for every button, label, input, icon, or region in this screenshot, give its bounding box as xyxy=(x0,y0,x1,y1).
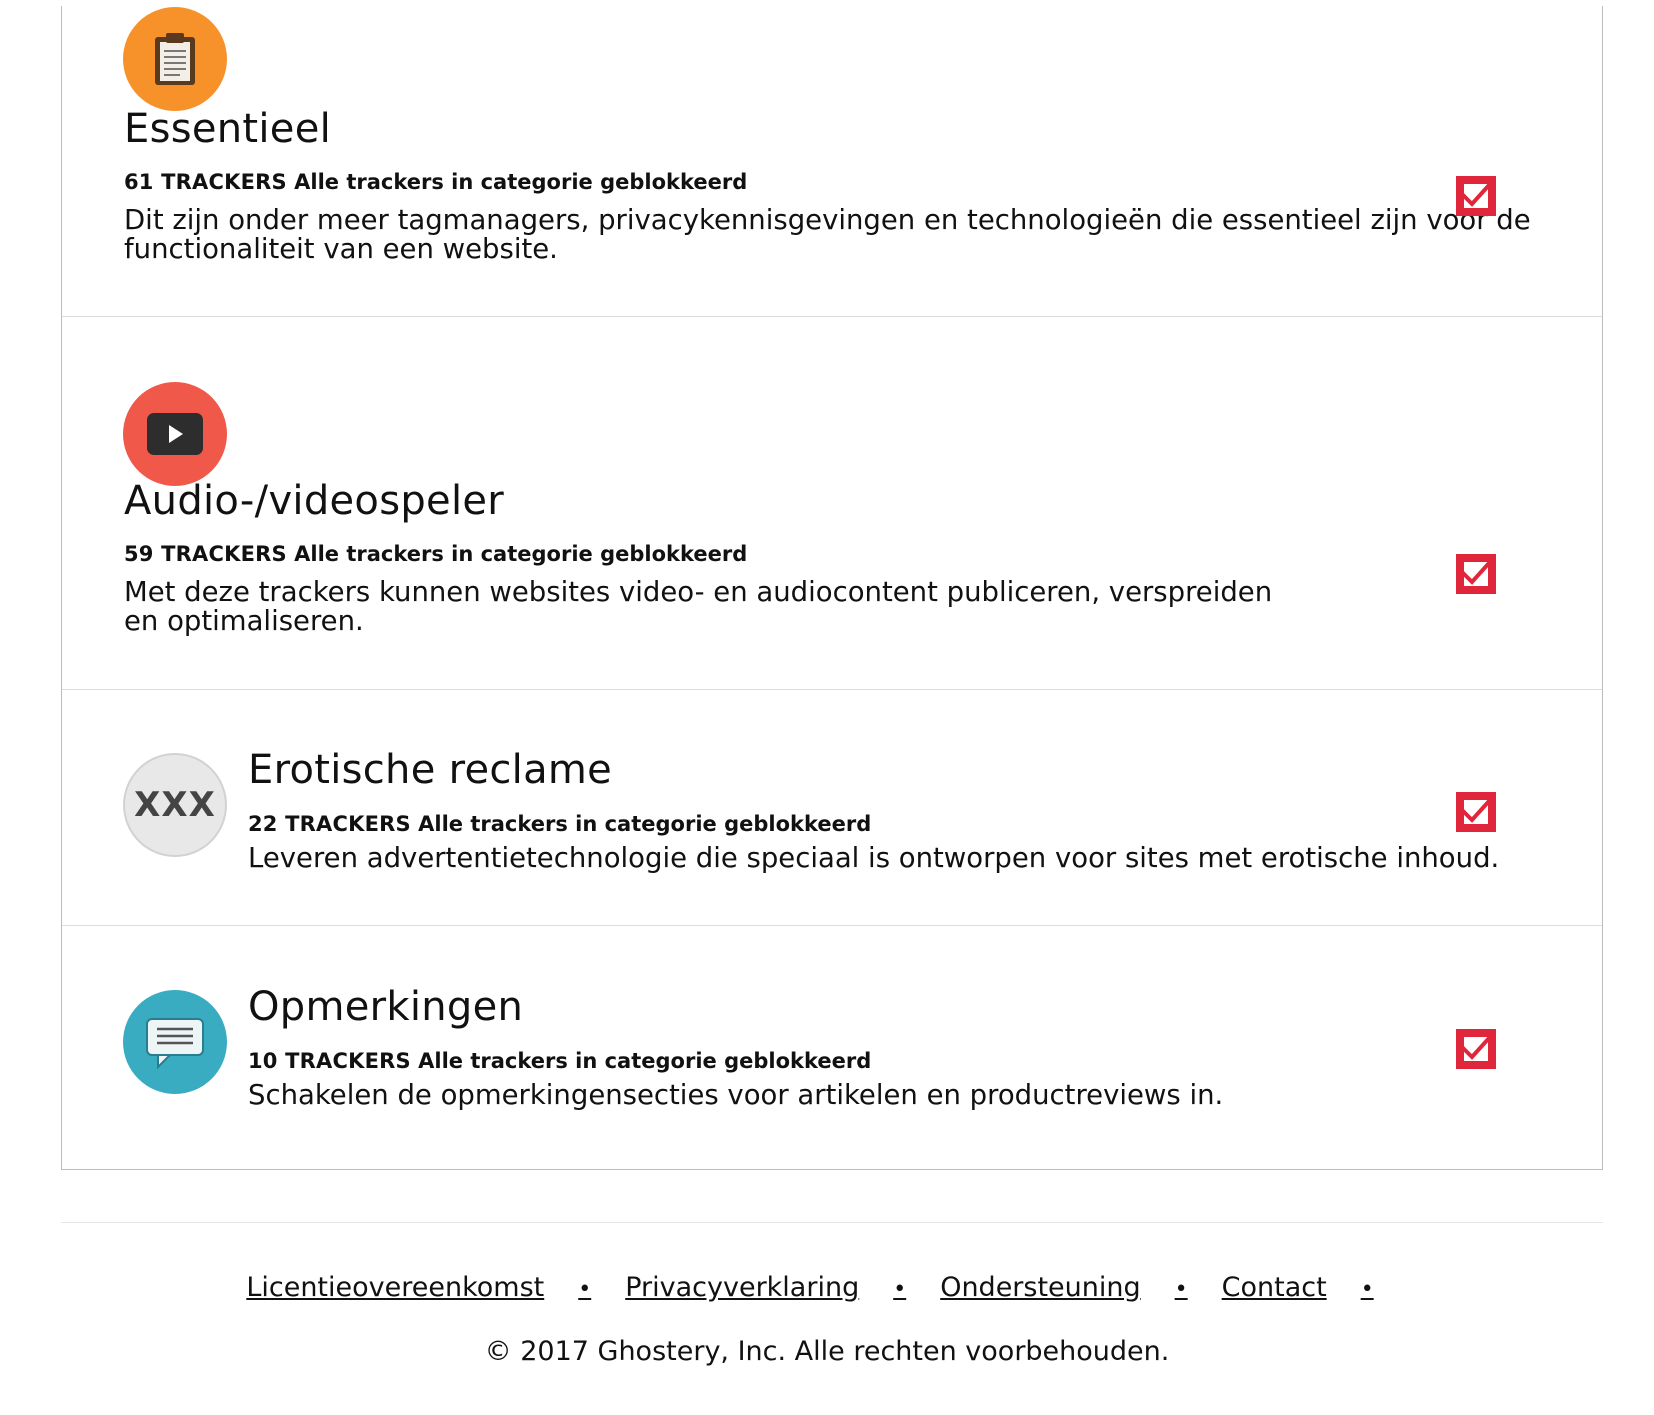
category-description: Schakelen de opmerkingensecties voor art… xyxy=(248,1079,1224,1111)
tracker-count: 10 TRACKERS xyxy=(248,1049,411,1073)
footer-separator: • xyxy=(1174,1277,1188,1302)
category-opmerkingen: Opmerkingen 10 TRACKERS Alle trackers in… xyxy=(62,926,1602,1170)
checkmark-icon xyxy=(1461,181,1493,208)
footer-link-contact[interactable]: Contact xyxy=(1222,1272,1327,1303)
footer-links: Licentieovereenkomst • Privacyverklaring • O… xyxy=(0,1272,1654,1303)
category-title: Essentieel xyxy=(124,106,332,152)
tracker-count: 61 TRACKERS xyxy=(124,170,287,194)
play-icon xyxy=(123,382,227,486)
category-description: Met deze trackers kunnen websites video-… xyxy=(124,576,1273,637)
comment-icon xyxy=(123,990,227,1094)
footer-link-privacy[interactable]: Privacyverklaring xyxy=(625,1272,859,1303)
block-category-checkbox[interactable] xyxy=(1456,1029,1496,1069)
block-status: Alle trackers in categorie geblokkeerd xyxy=(294,542,748,566)
footer-divider xyxy=(61,1222,1603,1223)
xxx-icon: XXX xyxy=(123,753,227,857)
clipboard-icon xyxy=(123,7,227,111)
block-status: Alle trackers in categorie geblokkeerd xyxy=(294,170,748,194)
checkmark-icon xyxy=(1461,797,1493,824)
footer-separator: • xyxy=(578,1277,592,1302)
category-title: Audio-/videospeler xyxy=(124,478,505,524)
tracker-category-list: Essentieel 61 TRACKERS Alle trackers in … xyxy=(61,6,1603,1170)
block-category-checkbox[interactable] xyxy=(1456,554,1496,594)
category-title: Erotische reclame xyxy=(248,747,613,793)
block-status: Alle trackers in categorie geblokkeerd xyxy=(418,1049,872,1073)
category-description: Leveren advertentietechnologie die speci… xyxy=(248,842,1500,874)
category-tracker-count: 22 TRACKERS Alle trackers in categorie g… xyxy=(248,812,871,836)
category-tracker-count: 61 TRACKERS Alle trackers in categorie g… xyxy=(124,170,747,194)
checkmark-icon xyxy=(1461,1034,1493,1061)
category-audio-videospeler: Audio-/videospeler 59 TRACKERS Alle trac… xyxy=(62,317,1602,690)
category-tracker-count: 59 TRACKERS Alle trackers in categorie g… xyxy=(124,542,747,566)
category-title: Opmerkingen xyxy=(248,984,524,1030)
footer-separator: • xyxy=(893,1277,907,1302)
category-description: Dit zijn onder meer tagmanagers, privacy… xyxy=(124,204,1531,265)
footer-separator: • xyxy=(1360,1277,1374,1302)
footer-link-support[interactable]: Ondersteuning xyxy=(940,1272,1140,1303)
category-erotische-reclame: XXX Erotische reclame 22 TRACKERS Alle t… xyxy=(62,690,1602,926)
category-essentieel: Essentieel 61 TRACKERS Alle trackers in … xyxy=(62,6,1602,317)
block-category-checkbox[interactable] xyxy=(1456,792,1496,832)
footer-link-license[interactable]: Licentieovereenkomst xyxy=(246,1272,544,1303)
tracker-count: 59 TRACKERS xyxy=(124,542,287,566)
tracker-count: 22 TRACKERS xyxy=(248,812,411,836)
block-status: Alle trackers in categorie geblokkeerd xyxy=(418,812,872,836)
block-category-checkbox[interactable] xyxy=(1456,176,1496,216)
xxx-icon-label: XXX xyxy=(134,785,216,825)
copyright-text: © 2017 Ghostery, Inc. Alle rechten voorb… xyxy=(484,1336,1170,1367)
checkmark-icon xyxy=(1461,559,1493,586)
category-tracker-count: 10 TRACKERS Alle trackers in categorie g… xyxy=(248,1049,871,1073)
